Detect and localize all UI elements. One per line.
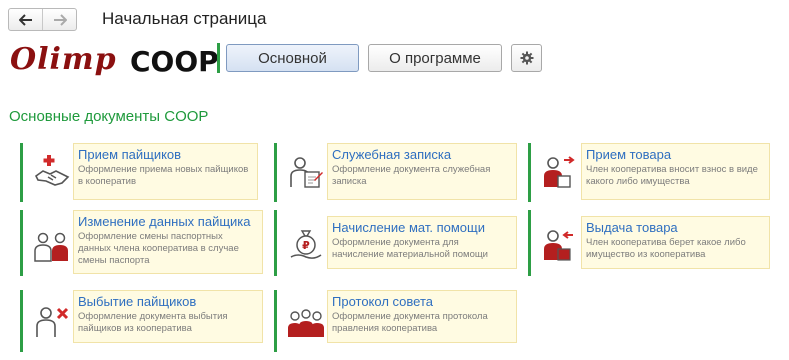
card-accent-bar [528,143,531,202]
card-vybytie-payshchikov[interactable]: Выбытие пайщиков Оформление документа вы… [20,290,265,352]
card-description: Член кооператива берет какое либо имущес… [586,237,746,260]
card-description: Оформление документа протокола правления… [332,311,488,334]
card-description: Оформление документа для начисление мате… [332,237,488,260]
card-title[interactable]: Начисление мат. помощи [332,220,512,235]
card-accent-bar [274,210,277,276]
card-nachislenie-pomoshchi[interactable]: ₽ Начисление мат. помощи Оформление доку… [274,210,519,276]
card-content: Служебная записка Оформление документа с… [327,143,517,200]
main-button[interactable]: Основной [226,44,359,72]
logo: Olimp COOP [10,42,219,78]
council-group-icon [288,309,324,337]
logo-script: Olimp [10,42,117,77]
card-content: Выдача товара Член кооператива берет как… [581,216,770,269]
card-title[interactable]: Прием пайщиков [78,147,253,162]
settings-button[interactable] [511,44,542,72]
handshake-plus-icon [34,155,70,186]
arrow-right-icon [53,13,67,26]
header-divider [217,43,220,73]
card-title[interactable]: Служебная записка [332,147,512,162]
card-content: Прием пайщиков Оформление приема новых п… [73,143,258,200]
card-title[interactable]: Выбытие пайщиков [78,294,258,309]
section-title: Основные документы COOP [9,108,209,125]
card-description: Оформление документа выбытия пайщиков из… [78,311,228,334]
card-content: Начисление мат. помощи Оформление докуме… [327,216,517,269]
card-description: Оформление документа служебная записка [332,164,491,187]
person-remove-icon [36,307,69,337]
card-content: Протокол совета Оформление документа про… [327,290,517,343]
card-priem-payshchikov[interactable]: Прием пайщиков Оформление приема новых п… [20,143,260,202]
card-protokol-soveta[interactable]: Протокол совета Оформление документа про… [274,290,519,352]
card-content: Изменение данных пайщика Оформление смен… [73,210,263,274]
gear-icon [520,51,533,65]
card-title[interactable]: Изменение данных пайщика [78,214,258,229]
logo-coop: COOP [130,45,219,78]
card-description: Оформление смены паспортных данных члена… [78,231,239,266]
history-nav [8,8,77,31]
card-accent-bar [20,290,23,352]
forward-button[interactable] [42,9,76,30]
card-izmenenie-dannykh[interactable]: Изменение данных пайщика Оформление смен… [20,210,265,276]
card-description: Оформление приема новых пайщиков в коопе… [78,164,249,187]
card-accent-bar [274,143,277,202]
card-accent-bar [528,210,531,276]
about-button[interactable]: О программе [368,44,502,72]
card-title[interactable]: Выдача товара [586,220,765,235]
page-title: Начальная страница [102,9,267,28]
card-description: Член кооператива вносит взнос в виде как… [586,164,758,187]
svg-text:₽: ₽ [302,239,310,252]
card-vydacha-tovara[interactable]: Выдача товара Член кооператива берет как… [528,210,770,276]
person-receive-goods-icon [544,156,575,188]
arrow-left-icon [18,13,32,26]
person-give-goods-icon [544,230,573,261]
card-accent-bar [274,290,277,352]
card-priem-tovara[interactable]: Прием товара Член кооператива вносит взн… [528,143,770,202]
card-content: Выбытие пайщиков Оформление документа вы… [73,290,263,343]
card-title[interactable]: Прием товара [586,147,765,162]
card-title[interactable]: Протокол совета [332,294,512,309]
card-content: Прием товара Член кооператива вносит взн… [581,143,770,200]
person-memo-icon [290,157,323,188]
card-accent-bar [20,210,23,276]
people-exchange-icon [34,232,68,262]
back-button[interactable] [9,9,42,30]
card-accent-bar [20,143,23,202]
card-sluzhebnaya-zapiska[interactable]: Служебная записка Оформление документа с… [274,143,519,202]
money-bag-hand-icon: ₽ [290,230,322,259]
